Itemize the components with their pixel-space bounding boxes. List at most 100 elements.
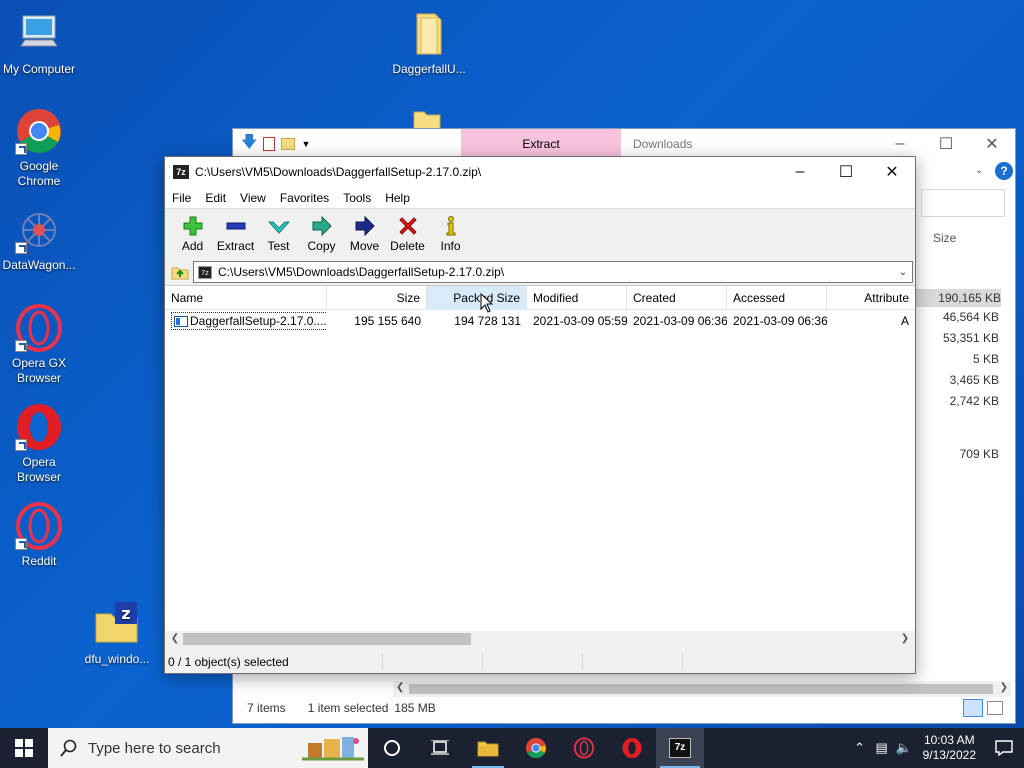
file-size: 46,564 KB <box>942 310 999 324</box>
cortana-circle-icon <box>384 740 400 756</box>
volume-icon[interactable]: 🔈 <box>893 740 915 756</box>
column-size[interactable]: Size <box>327 286 427 310</box>
taskbar-opera-gx[interactable] <box>560 728 608 768</box>
desktop-icon-datawagon[interactable]: DataWagon... <box>0 206 81 273</box>
delete-label: Delete <box>390 239 425 253</box>
desktop-icon-google-chrome[interactable]: Google Chrome <box>0 107 81 189</box>
taskbar-search-box[interactable]: Type here to search <box>48 728 368 768</box>
column-packed-size[interactable]: Packed Size <box>427 286 527 310</box>
scroll-left-icon[interactable]: ❮ <box>167 631 183 647</box>
scroll-right-icon[interactable]: ❯ <box>897 631 913 647</box>
task-view-icon-button[interactable] <box>416 728 464 768</box>
table-row[interactable]: DaggerfallSetup-2.17.0.... 195 155 640 1… <box>165 311 915 331</box>
taskbar-7zip[interactable]: 7z <box>656 728 704 768</box>
column-accessed[interactable]: Accessed <box>727 286 827 310</box>
status-pane <box>583 653 683 671</box>
scroll-right-icon[interactable]: ❯ <box>1000 682 1008 693</box>
search-highlight-icon <box>302 737 364 761</box>
desktop-icon-reddit[interactable]: Reddit <box>0 502 81 569</box>
notification-center-button[interactable] <box>984 740 1024 756</box>
shortcut-arrow-icon <box>15 242 27 254</box>
check-icon <box>267 215 290 237</box>
menu-view[interactable]: View <box>233 191 273 205</box>
file-size: 3,465 KB <box>949 373 999 387</box>
minimize-button[interactable]: – <box>877 135 923 153</box>
maximize-button[interactable]: ☐ <box>823 157 869 187</box>
test-button[interactable]: Test <box>257 209 300 253</box>
task-view-button[interactable] <box>368 728 416 768</box>
large-icons-view-icon[interactable] <box>987 701 1003 715</box>
mouse-cursor-icon <box>480 292 494 316</box>
column-modified[interactable]: Modified <box>527 286 627 310</box>
menu-help[interactable]: Help <box>378 191 417 205</box>
status-pane <box>483 653 583 671</box>
menu-edit[interactable]: Edit <box>198 191 233 205</box>
extract-button[interactable]: Extract <box>214 209 257 253</box>
up-folder-button[interactable] <box>167 261 193 283</box>
list-header: Name Size Packed Size Modified Created A… <box>165 286 915 310</box>
status-item-count: 7 items <box>247 701 286 715</box>
properties-icon[interactable] <box>263 137 276 151</box>
column-created[interactable]: Created <box>627 286 727 310</box>
opera-gx-icon <box>573 737 595 759</box>
desktop-icon-my-computer[interactable]: My Computer <box>0 10 81 77</box>
new-folder-icon[interactable] <box>281 138 296 150</box>
cell-attributes: A <box>900 314 909 328</box>
close-button[interactable]: ✕ <box>869 157 915 187</box>
file-list[interactable]: Name Size Packed Size Modified Created A… <box>165 285 915 647</box>
delete-button[interactable]: Delete <box>386 209 429 253</box>
move-arrow-icon <box>354 215 376 237</box>
menu-file[interactable]: File <box>165 191 198 205</box>
taskbar-chrome[interactable] <box>512 728 560 768</box>
details-view-icon[interactable] <box>963 699 983 717</box>
copy-button[interactable]: Copy <box>300 209 343 253</box>
list-horizontal-scrollbar[interactable]: ❮ ❯ <box>165 631 915 647</box>
status-pane <box>383 653 483 671</box>
scroll-left-icon[interactable]: ❮ <box>396 682 404 693</box>
status-size: 185 MB <box>394 701 436 715</box>
info-button[interactable]: Info <box>429 209 472 253</box>
column-name[interactable]: Name <box>165 286 327 310</box>
shortcut-arrow-icon <box>15 439 27 451</box>
file-size: 5 KB <box>972 352 999 366</box>
notification-icon <box>995 740 1013 756</box>
taskbar-opera[interactable] <box>608 728 656 768</box>
minimize-button[interactable]: – <box>777 157 823 187</box>
desktop-icon-opera-gx[interactable]: Opera GX Browser <box>0 304 81 386</box>
desktop-icon-opera[interactable]: Opera Browser <box>0 403 81 485</box>
desktop-icon-dfu-windows[interactable]: z dfu_windo... <box>75 600 159 667</box>
maximize-button[interactable]: ☐ <box>923 134 969 154</box>
move-button[interactable]: Move <box>343 209 386 253</box>
file-explorer-icon <box>477 741 499 757</box>
taskbar-file-explorer[interactable] <box>464 728 512 768</box>
desktop-icon-label: Opera GX Browser <box>11 356 67 385</box>
scrollbar-thumb[interactable] <box>183 633 471 645</box>
chevron-down-icon[interactable]: ⌄ <box>894 267 912 278</box>
windows-logo-icon <box>15 739 33 757</box>
start-button[interactable] <box>0 728 48 768</box>
opera-icon <box>15 403 63 451</box>
7zip-window[interactable]: 7z C:\Users\VM5\Downloads\DaggerfallSetu… <box>164 156 916 674</box>
cell-packed-size: 194 728 131 <box>454 314 521 328</box>
clock-time: 10:03 AM <box>923 733 975 747</box>
menu-favorites[interactable]: Favorites <box>273 191 336 205</box>
network-icon[interactable]: ▤ <box>871 740 893 756</box>
folder-icon <box>405 10 453 58</box>
chrome-icon <box>15 107 63 155</box>
menu-tools[interactable]: Tools <box>336 191 378 205</box>
clock[interactable]: 10:03 AM 9/13/2022 <box>915 733 984 763</box>
column-attributes[interactable]: Attribute <box>827 286 915 310</box>
add-button[interactable]: Add <box>171 209 214 253</box>
add-label: Add <box>181 239 204 253</box>
show-hidden-icons-icon[interactable]: ⌃ <box>849 740 871 756</box>
qat-dropdown-icon[interactable]: ▼ <box>301 139 310 149</box>
search-icon <box>60 739 77 757</box>
download-arrow-icon[interactable]: 🡇 <box>241 131 257 158</box>
close-button[interactable]: ✕ <box>969 134 1015 154</box>
cell-name: DaggerfallSetup-2.17.0.... <box>165 312 327 330</box>
system-tray: ⌃ ▤ 🔈 10:03 AM 9/13/2022 <box>849 728 1024 768</box>
desktop-icon-daggerfall-unity[interactable]: DaggerfallU... <box>387 10 471 77</box>
address-input[interactable]: 7z C:\Users\VM5\Downloads\DaggerfallSetu… <box>193 261 913 283</box>
extract-tab[interactable]: Extract <box>461 129 621 159</box>
status-pane <box>683 653 915 671</box>
